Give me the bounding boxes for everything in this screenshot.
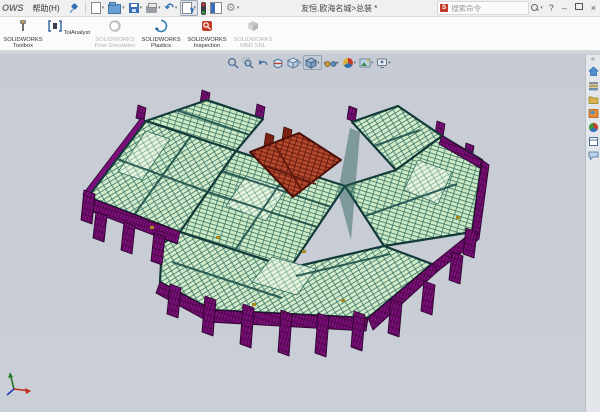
search-placeholder: 搜索命令	[451, 3, 526, 14]
open-button[interactable]: ▾	[107, 1, 126, 15]
open-folder-icon	[108, 4, 121, 14]
custom-properties-icon	[588, 136, 599, 147]
folder-icon	[588, 94, 599, 105]
solidworks-logo: OWS	[0, 3, 28, 13]
edit-appearance-button[interactable]: ▾	[341, 56, 357, 69]
task-pane-expand-chevron[interactable]: «	[591, 56, 595, 64]
appearances-ball-icon	[588, 122, 599, 133]
mbd-icon	[246, 19, 260, 33]
close-button[interactable]: ×	[587, 3, 600, 13]
select-cursor-icon	[182, 2, 192, 14]
forum-chat-icon	[588, 150, 599, 161]
glasses-icon	[324, 57, 337, 69]
options-button[interactable]: ⚙▾	[225, 1, 240, 15]
help-button[interactable]: ?	[545, 3, 558, 13]
section-view-button[interactable]	[271, 56, 285, 69]
search-icon	[531, 4, 539, 12]
separator	[85, 2, 86, 14]
tolanalyst-icon	[48, 19, 62, 33]
plastics-icon	[154, 19, 168, 33]
restore-button[interactable]	[571, 3, 587, 13]
ribbon-button-inspection[interactable]: SOLIDWORKS Inspection	[184, 18, 230, 50]
books-icon	[588, 80, 599, 91]
zoom-to-area-button[interactable]	[241, 56, 255, 69]
traffic-light-icon	[201, 2, 206, 15]
zoom-fit-icon	[227, 57, 239, 69]
ribbon-button-mbd-snl[interactable]: SOLIDWORKS MBD SNL	[230, 18, 276, 50]
print-button[interactable]: ▾	[145, 1, 162, 15]
hide-show-items-button[interactable]: ▾	[323, 56, 340, 69]
rebuild-button[interactable]	[200, 1, 207, 15]
document-title: 友恒.欧海名城>总装 *	[241, 3, 437, 14]
solidworks-badge-icon: S	[440, 4, 448, 12]
titlebar: OWS 帮助(H) ▾ ▾ ▾ ▾ ↶▾ ▾ ⚙▾ 友恒.欧海名城>总装 * S…	[0, 0, 600, 17]
new-doc-icon	[91, 2, 101, 14]
previous-view-button[interactable]	[256, 56, 270, 69]
ribbon-button-flow-simulation[interactable]: SOLIDWORKS Flow Simulation	[92, 18, 138, 50]
toolbox-icon	[16, 19, 30, 33]
display-style-icon	[305, 57, 317, 69]
undo-arrow-icon: ↶	[165, 3, 174, 14]
home-icon	[588, 66, 599, 77]
section-view-icon	[272, 57, 284, 69]
formwork-model[interactable]	[81, 90, 489, 357]
zoom-to-fit-button[interactable]	[226, 56, 240, 69]
gear-icon: ⚙	[226, 3, 236, 14]
tab-view-palette[interactable]	[587, 107, 600, 120]
menu-help[interactable]: 帮助(H)	[28, 3, 65, 14]
search-input[interactable]: S 搜索命令	[437, 1, 529, 15]
scene-icon	[359, 57, 371, 69]
ribbon-button-toolbox[interactable]: SOLIDWORKS Toolbox	[0, 18, 46, 50]
tab-solidworks-resources[interactable]	[587, 65, 600, 78]
printer-icon	[146, 6, 157, 13]
tab-file-explorer[interactable]	[587, 93, 600, 106]
tab-solidworks-forum[interactable]	[587, 149, 600, 162]
previous-view-icon	[257, 57, 269, 69]
inspection-icon	[200, 19, 214, 33]
pin-icon[interactable]	[69, 4, 78, 13]
zoom-area-icon	[242, 57, 254, 69]
task-pane-strip: «	[585, 54, 600, 412]
new-button[interactable]: ▾	[90, 1, 106, 15]
ribbon-button-tolanalyst[interactable]: TolAnalyst	[46, 18, 92, 37]
tab-design-library[interactable]	[587, 79, 600, 92]
minimize-button[interactable]: –	[558, 3, 571, 13]
select-button[interactable]: ▾	[180, 0, 198, 16]
view-palette-icon	[588, 108, 599, 119]
coordinate-triad	[7, 373, 31, 395]
file-properties-icon	[210, 2, 222, 14]
file-properties-button[interactable]	[209, 1, 223, 15]
tab-custom-properties[interactable]	[587, 135, 600, 148]
ribbon-button-plastics[interactable]: SOLIDWORKS Plastics	[138, 18, 184, 50]
apply-scene-button[interactable]: ▾	[358, 56, 374, 69]
view-orientation-button[interactable]: ▾	[286, 56, 302, 69]
display-style-button[interactable]: ▾	[303, 55, 321, 70]
restore-icon	[575, 3, 583, 10]
save-button[interactable]: ▾	[128, 1, 144, 15]
commandmanager-ribbon: SOLIDWORKS Toolbox TolAnalyst SOLIDWORKS…	[0, 17, 600, 50]
undo-button[interactable]: ↶▾	[164, 1, 179, 15]
tab-appearances-scenes[interactable]	[587, 121, 600, 134]
headsup-toolbar: ▾ ▾ ▾ ▾ ▾ ▾	[226, 55, 393, 70]
save-floppy-icon	[129, 3, 139, 13]
view-orientation-cube-icon	[287, 57, 299, 69]
search-scope-button[interactable]: ▾	[530, 1, 544, 15]
appearance-ball-icon	[342, 57, 354, 69]
view-settings-button[interactable]: ▾	[375, 56, 391, 69]
flow-simulation-icon	[108, 19, 122, 33]
view-settings-icon	[376, 57, 388, 69]
